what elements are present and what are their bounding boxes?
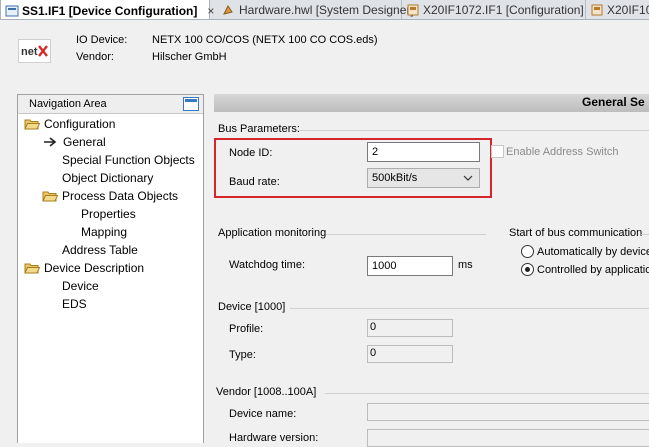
nav-item-label: Device [62, 279, 99, 293]
io-device-value: NETX 100 CO/COS (NETX 100 CO COS.eds) [152, 34, 378, 46]
application-monitoring-title: Application monitoring [218, 227, 327, 239]
type-value: 0 [370, 347, 377, 359]
dock-window-icon[interactable] [183, 97, 199, 111]
group-divider [326, 234, 486, 235]
profile-value: 0 [370, 321, 377, 333]
nav-item-device[interactable]: Device [62, 277, 99, 295]
profile-field: 0 [367, 319, 453, 337]
folder-open-icon [24, 263, 40, 274]
svg-text:net: net [21, 46, 38, 58]
io-device-label: IO Device: [76, 34, 128, 46]
nav-item-label: Process Data Objects [62, 189, 179, 203]
nav-item-properties[interactable]: Properties [81, 205, 136, 223]
close-tab-icon[interactable]: × [207, 4, 214, 18]
vendor-value: Hilscher GmbH [152, 51, 227, 63]
vendor-label: Vendor: [76, 51, 114, 63]
tab-label: Hardware.hwl [System Designer] [239, 3, 414, 17]
tab-hardware-system-designer[interactable]: Hardware.hwl [System Designer] [218, 0, 414, 19]
tab-x20if104[interactable]: X20IF104 [586, 0, 649, 19]
nav-item-general[interactable]: General [43, 133, 106, 151]
watchdog-time-input[interactable]: 1000 [367, 256, 453, 276]
group-divider [641, 234, 649, 235]
tab-x20if1072-configuration[interactable]: X20IF1072.IF1 [Configuration] [402, 0, 586, 19]
option-auto-label: Automatically by device [537, 246, 649, 258]
group-divider [325, 393, 649, 394]
nav-item-label: Object Dictionary [62, 171, 154, 185]
device-config-icon [5, 5, 19, 16]
nav-item-label: Configuration [44, 117, 116, 131]
hardware-version-field [367, 429, 649, 447]
node-id-label: Node ID: [229, 147, 273, 159]
navigation-area-title: Navigation Area [29, 98, 107, 110]
watchdog-time-value: 1000 [372, 260, 397, 272]
nav-item-label: Mapping [81, 225, 128, 239]
nav-item-label: Address Table [62, 243, 138, 257]
nav-item-label: Properties [81, 207, 136, 221]
tab-label: SS1.IF1 [Device Configuration] [22, 3, 198, 18]
nav-item-mapping[interactable]: Mapping [81, 223, 127, 241]
folder-open-icon [42, 191, 58, 202]
section-title: General Se [582, 95, 645, 109]
device-name-field [367, 403, 649, 421]
arrow-right-icon [44, 137, 57, 147]
netx-logo-icon: net [21, 45, 48, 58]
option-app-label: Controlled by application [537, 264, 649, 276]
nav-item-address-table[interactable]: Address Table [62, 241, 138, 259]
baud-rate-label: Baud rate: [229, 176, 280, 188]
tab-label: X20IF104 [607, 3, 649, 17]
nav-item-label: EDS [62, 297, 87, 311]
radio-controlled-by-application[interactable] [521, 263, 534, 276]
baud-rate-value: 500kBit/s [372, 172, 418, 184]
hardware-icon [223, 5, 233, 15]
module-icon [591, 4, 603, 16]
nav-item-eds[interactable]: EDS [62, 295, 87, 313]
node-id-input[interactable]: 2 [367, 142, 480, 162]
baud-rate-select[interactable]: 500kBit/s [367, 168, 480, 188]
enable-address-switch-checkbox[interactable] [491, 145, 504, 158]
nav-item-device-description[interactable]: Device Description [24, 259, 144, 277]
device-group-title: Device [1000] [218, 301, 286, 313]
watchdog-unit: ms [458, 259, 473, 271]
nav-item-configuration[interactable]: Configuration [24, 115, 115, 133]
general-settings-pane: General Se Bus Parameters: Node ID: 2 Ba… [205, 87, 649, 447]
enable-address-switch-label: Enable Address Switch [506, 146, 619, 158]
netx-logo: net [18, 39, 51, 63]
device-name-label: Device name: [229, 408, 297, 420]
node-id-value: 2 [372, 146, 379, 158]
group-divider [290, 308, 649, 309]
navigation-area: Navigation Area Configuration General Sp… [17, 94, 204, 443]
vendor-group-title: Vendor [1008..100A] [216, 386, 317, 398]
bus-parameters-title: Bus Parameters: [218, 123, 300, 135]
nav-item-process-data-objects[interactable]: Process Data Objects [42, 187, 178, 205]
chevron-down-icon [463, 175, 473, 181]
nav-item-special-function-objects[interactable]: Special Function Objects [62, 151, 195, 169]
document-tab-strip: SS1.IF1 [Device Configuration] × Hardwar… [0, 0, 649, 20]
start-of-bus-title: Start of bus communication [509, 227, 643, 239]
device-header: net IO Device: NETX 100 CO/COS (NETX 100… [0, 21, 649, 87]
profile-label: Profile: [229, 323, 264, 335]
type-label: Type: [229, 349, 256, 361]
section-title-bar: General Se [214, 94, 649, 112]
nav-item-label: Special Function Objects [62, 153, 195, 167]
navigation-area-header: Navigation Area [18, 95, 203, 114]
nav-item-label: Device Description [44, 261, 145, 275]
group-divider [297, 130, 649, 131]
tab-device-configuration[interactable]: SS1.IF1 [Device Configuration] × [0, 0, 214, 19]
nav-item-label: General [63, 135, 106, 149]
folder-open-icon [24, 119, 40, 130]
watchdog-time-label: Watchdog time: [229, 259, 306, 271]
radio-auto-by-device[interactable] [521, 245, 534, 258]
type-field: 0 [367, 345, 453, 363]
module-icon [407, 4, 419, 16]
hardware-version-label: Hardware version: [229, 432, 319, 444]
nav-item-object-dictionary[interactable]: Object Dictionary [62, 169, 153, 187]
tab-label: X20IF1072.IF1 [Configuration] [423, 3, 584, 17]
